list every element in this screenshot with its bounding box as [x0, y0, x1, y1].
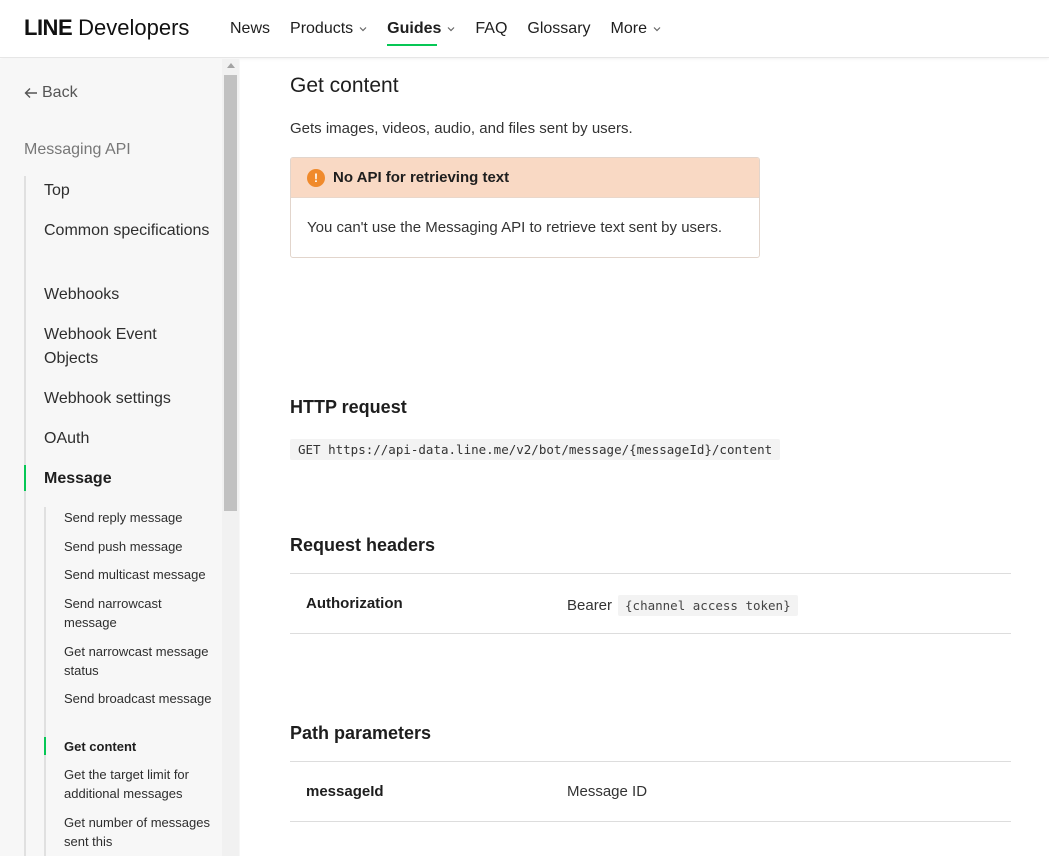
header-param-code: {channel access token}: [618, 595, 798, 616]
chevron-down-icon: [447, 27, 455, 32]
sub-item-send-push-message[interactable]: Send push message: [64, 537, 214, 556]
sub-item-send-multicast-message[interactable]: Send multicast message: [64, 565, 214, 584]
arrow-left-icon: [24, 88, 37, 98]
subtree-line: [44, 507, 46, 856]
notice-box: ! No API for retrieving text You can't u…: [290, 157, 760, 258]
logo-developers-text: Developers: [78, 15, 190, 40]
nav-products-label: Products: [290, 20, 354, 37]
nav-more-label: More: [610, 20, 647, 37]
sub-item-send-reply-message[interactable]: Send reply message: [64, 508, 214, 527]
header-param-prefix: Bearer: [567, 597, 613, 614]
sidebar-scrollbar[interactable]: [222, 59, 239, 856]
path-parameters-heading: Path parameters: [290, 723, 432, 743]
site-logo[interactable]: LINE Developers: [24, 15, 189, 41]
request-headers-row: Authorization Bearer {channel access tok…: [290, 573, 1011, 634]
scroll-thumb[interactable]: [224, 75, 237, 511]
top-header: LINE Developers News Products Guides FAQ …: [0, 0, 1049, 58]
main-nav: News Products Guides FAQ Glossary More: [230, 0, 681, 58]
nav-guides-label: Guides: [387, 20, 442, 37]
request-headers-heading: Request headers: [290, 535, 436, 555]
page-description: Gets images, videos, audio, and files se…: [290, 120, 633, 137]
logo-line-text: LINE: [24, 15, 73, 40]
sidebar-section-title[interactable]: Messaging API: [24, 141, 131, 159]
path-parameters-row: messageId Message ID: [290, 761, 1011, 822]
sidebar: Back Messaging API Top Common specificat…: [0, 59, 240, 856]
path-param-name: messageId: [306, 783, 384, 800]
path-param-value: Message ID: [567, 783, 648, 800]
page-title: Get content: [290, 74, 399, 97]
sidebar-item-oauth[interactable]: OAuth: [44, 427, 214, 451]
sidebar-item-webhook-settings[interactable]: Webhook settings: [44, 387, 214, 411]
http-request-code: GET https://api-data.line.me/v2/bot/mess…: [290, 439, 781, 460]
back-label: Back: [42, 84, 78, 101]
sub-item-get-content[interactable]: Get content: [64, 737, 214, 756]
header-param-name: Authorization: [306, 595, 403, 612]
nav-guides[interactable]: Guides: [387, 0, 455, 58]
sub-item-send-broadcast-message[interactable]: Send broadcast message: [64, 689, 214, 708]
sidebar-item-message[interactable]: Message: [44, 467, 214, 491]
header-param-value: Bearer {channel access token}: [567, 595, 798, 616]
sub-item-get-narrowcast-message-status[interactable]: Get narrowcast message status: [64, 642, 214, 680]
sidebar-item-top[interactable]: Top: [44, 179, 214, 203]
sub-item-get-number-of-messages-sent[interactable]: Get number of messages sent this: [64, 813, 214, 851]
tree-line: [24, 176, 26, 856]
nav-news-label: News: [230, 20, 271, 37]
nav-active-underline: [387, 44, 438, 46]
back-link[interactable]: Back: [24, 84, 78, 102]
warning-icon: !: [307, 168, 325, 187]
tree-active-marker: [24, 465, 26, 491]
nav-glossary[interactable]: Glossary: [527, 0, 590, 58]
chevron-down-icon: [359, 27, 367, 32]
notice-body: You can't use the Messaging API to retri…: [307, 219, 723, 236]
notice-title: No API for retrieving text: [333, 169, 510, 186]
sidebar-item-webhook-event-objects[interactable]: Webhook Event Objects: [44, 323, 214, 371]
subtree-active-marker: [44, 737, 46, 755]
sub-item-send-narrowcast-message[interactable]: Send narrowcast message: [64, 594, 214, 632]
sidebar-item-common-specifications[interactable]: Common specifications: [44, 219, 214, 243]
nav-faq-label: FAQ: [475, 20, 508, 37]
sidebar-item-webhooks[interactable]: Webhooks: [44, 283, 214, 307]
nav-glossary-label: Glossary: [527, 20, 591, 37]
nav-products[interactable]: Products: [290, 0, 367, 58]
nav-faq[interactable]: FAQ: [475, 0, 507, 58]
notice-header: ! No API for retrieving text: [291, 158, 759, 198]
http-request-heading: HTTP request: [290, 397, 407, 417]
sub-item-get-target-limit[interactable]: Get the target limit for additional mess…: [64, 765, 214, 803]
chevron-down-icon: [653, 27, 661, 32]
nav-more[interactable]: More: [611, 0, 661, 58]
nav-news[interactable]: News: [230, 0, 270, 58]
scroll-up-arrow-icon[interactable]: [227, 63, 235, 68]
